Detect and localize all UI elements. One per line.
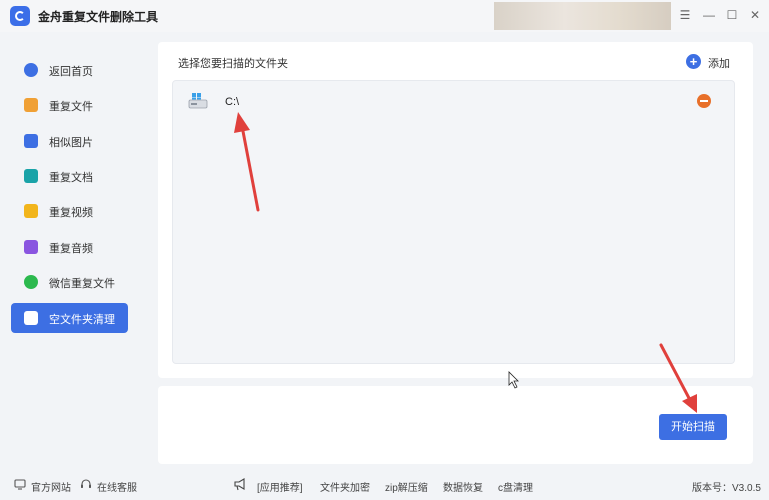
version-label: 版本号：V3.0.5 <box>692 483 761 494</box>
add-folder-label: 添加 <box>708 58 730 70</box>
online-service-link[interactable]: 在线客服 <box>97 479 137 494</box>
image-icon <box>24 134 38 148</box>
sidebar-item-label: 空文件夹清理 <box>49 314 115 326</box>
sidebar-item-label: 相似图片 <box>49 137 93 149</box>
app-logo-icon <box>10 6 30 26</box>
megaphone-icon <box>234 478 245 491</box>
folder-icon <box>24 98 38 112</box>
folder-encrypt-link[interactable]: 文件夹加密 <box>320 479 370 494</box>
headset-icon <box>81 479 91 488</box>
remove-folder-icon[interactable] <box>697 94 711 108</box>
title-bar: 金舟重复文件删除工具 ☰ — ☐ ✕ <box>0 0 769 32</box>
sidebar-item-home[interactable]: 返回首页 <box>11 55 128 85</box>
sidebar-item-duplicate-audio[interactable]: 重复音频 <box>11 232 128 262</box>
app-title: 金舟重复文件删除工具 <box>38 10 159 24</box>
sidebar-item-label: 返回首页 <box>49 66 93 78</box>
sidebar-item-similar-images[interactable]: 相似图片 <box>11 126 128 156</box>
sidebar-item-label: 重复文档 <box>49 172 93 184</box>
official-site-link[interactable]: 官方网站 <box>31 479 71 494</box>
zip-tool-link[interactable]: zip解压缩 <box>385 479 428 494</box>
wechat-icon <box>24 275 38 289</box>
section-title: 选择您要扫描的文件夹 <box>178 58 288 70</box>
sidebar-item-label: 微信重复文件 <box>49 278 115 290</box>
document-icon <box>24 169 38 183</box>
sidebar-item-empty-folder-cleanup[interactable]: 空文件夹清理 <box>11 303 128 333</box>
home-icon <box>24 63 38 77</box>
close-button[interactable]: ✕ <box>748 8 762 22</box>
sidebar-item-duplicate-files[interactable]: 重复文件 <box>11 90 128 120</box>
data-recovery-link[interactable]: 数据恢复 <box>443 479 483 494</box>
plus-icon: + <box>686 54 701 69</box>
minimize-button[interactable]: — <box>702 8 716 22</box>
website-icon <box>14 479 26 490</box>
sidebar-item-label: 重复文件 <box>49 101 93 113</box>
sidebar-item-label: 重复视频 <box>49 207 93 219</box>
menu-button[interactable]: ☰ <box>678 8 692 22</box>
disk-clean-link[interactable]: c盘清理 <box>498 479 533 494</box>
footer-bar: 官方网站 在线客服 [应用推荐] 文件夹加密 zip解压缩 数据恢复 c盘清理 … <box>0 470 769 500</box>
sidebar-item-duplicate-videos[interactable]: 重复视频 <box>11 196 128 226</box>
sidebar-item-duplicate-docs[interactable]: 重复文档 <box>11 161 128 191</box>
sidebar-item-wechat-duplicates[interactable]: 微信重复文件 <box>11 267 128 297</box>
maximize-button[interactable]: ☐ <box>725 8 739 22</box>
start-scan-button[interactable]: 开始扫描 <box>659 414 727 440</box>
sidebar-item-label: 重复音频 <box>49 243 93 255</box>
title-banner-image <box>494 2 671 30</box>
audio-icon <box>24 240 38 254</box>
drive-icon <box>188 93 208 109</box>
folder-path: C:\ <box>225 96 240 108</box>
add-folder-button[interactable]: + 添加 <box>686 54 732 70</box>
sidebar: 返回首页 重复文件 相似图片 重复文档 重复视频 重复音频 微信重复文件 空文件… <box>0 32 142 466</box>
empty-folder-icon <box>24 311 38 325</box>
video-icon <box>24 204 38 218</box>
app-recommend-label: [应用推荐] <box>257 483 303 494</box>
folder-list <box>172 80 735 364</box>
